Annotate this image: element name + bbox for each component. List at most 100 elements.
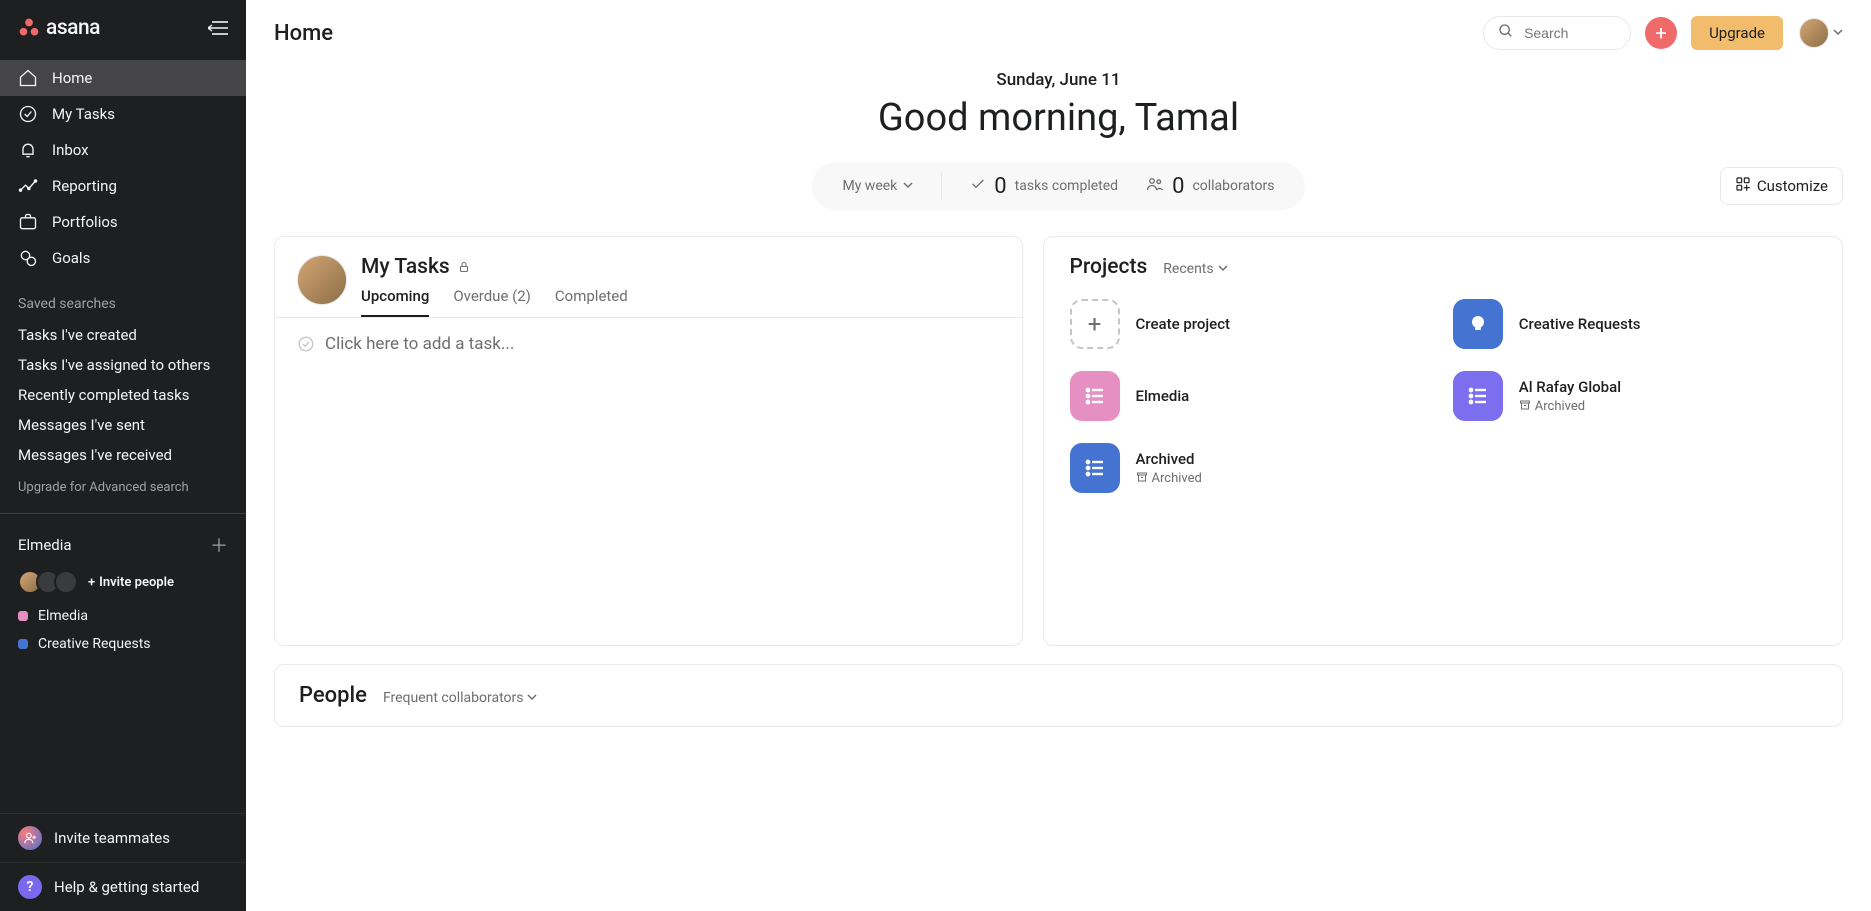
- people-title: People: [299, 683, 367, 708]
- member-avatar[interactable]: [54, 570, 78, 594]
- logo[interactable]: asana: [18, 16, 100, 40]
- help-button[interactable]: ? Help & getting started: [0, 862, 246, 911]
- nav-reporting[interactable]: Reporting: [0, 168, 246, 204]
- profile-menu[interactable]: [1799, 18, 1843, 48]
- archive-icon: [1519, 399, 1531, 415]
- add-task-input[interactable]: Click here to add a task...: [275, 318, 1022, 370]
- nav-label: Portfolios: [52, 213, 118, 231]
- stats-row: My week 0 tasks completed 0 collaborator…: [246, 162, 1871, 210]
- saved-search-item[interactable]: Messages I've sent: [0, 410, 246, 440]
- collaborators-label: collaborators: [1192, 178, 1274, 194]
- invite-teammates-icon: [18, 826, 42, 850]
- customize-icon: [1735, 176, 1751, 196]
- project-tile[interactable]: Creative Requests: [1453, 299, 1816, 349]
- people-filter-dropdown[interactable]: Frequent collaborators: [383, 690, 538, 706]
- invite-teammates-label: Invite teammates: [54, 829, 170, 847]
- lock-icon: [458, 261, 470, 277]
- check-icon: [970, 176, 986, 196]
- tab-overdue[interactable]: Overdue (2): [453, 287, 531, 317]
- saved-searches-label: Saved searches: [0, 276, 246, 320]
- nav-goals[interactable]: Goals: [0, 240, 246, 276]
- collaborators-count: 0: [1172, 174, 1184, 199]
- chevron-down-icon: [527, 690, 537, 706]
- chevron-down-icon: [903, 178, 913, 194]
- invite-teammates-button[interactable]: Invite teammates: [0, 813, 246, 862]
- logo-text: asana: [46, 16, 100, 40]
- tasks-completed-label: tasks completed: [1015, 178, 1118, 194]
- projects-filter-dropdown[interactable]: Recents: [1163, 261, 1227, 277]
- search-box[interactable]: [1483, 16, 1631, 50]
- invite-people-button[interactable]: + Invite people: [88, 575, 174, 590]
- team-members: + Invite people: [0, 566, 246, 602]
- team-project-item[interactable]: Elmedia: [0, 602, 246, 630]
- tab-completed[interactable]: Completed: [555, 287, 628, 317]
- nav-inbox[interactable]: Inbox: [0, 132, 246, 168]
- nav-my-tasks[interactable]: My Tasks: [0, 96, 246, 132]
- nav-portfolios[interactable]: Portfolios: [0, 204, 246, 240]
- hero-greeting: Good morning, Tamal: [246, 96, 1871, 140]
- project-name: Elmedia: [1136, 387, 1190, 405]
- topbar: Home + Upgrade: [246, 0, 1871, 58]
- project-archived-badge: Archived: [1136, 471, 1202, 487]
- projects-filter-label: Recents: [1163, 261, 1213, 277]
- team-project-item[interactable]: Creative Requests: [0, 630, 246, 658]
- user-avatar[interactable]: [297, 255, 347, 305]
- my-tasks-title[interactable]: My Tasks: [361, 255, 450, 279]
- nav-label: Reporting: [52, 177, 117, 195]
- search-input[interactable]: [1522, 24, 1616, 42]
- customize-label: Customize: [1757, 177, 1828, 195]
- sidebar-header: asana: [0, 0, 246, 60]
- project-tile[interactable]: Archived Archived: [1070, 443, 1433, 493]
- people-card: People Frequent collaborators: [274, 664, 1843, 727]
- upgrade-button[interactable]: Upgrade: [1691, 16, 1783, 50]
- projects-title: Projects: [1070, 255, 1148, 279]
- nav-label: Inbox: [52, 141, 89, 159]
- project-tile[interactable]: Elmedia: [1070, 371, 1433, 421]
- saved-search-item[interactable]: Messages I've received: [0, 440, 246, 470]
- chevron-down-icon: [1833, 25, 1843, 41]
- nav-home[interactable]: Home: [0, 60, 246, 96]
- create-project-tile[interactable]: + Create project: [1070, 299, 1433, 349]
- portfolio-icon: [18, 212, 38, 232]
- project-color-dot: [18, 639, 28, 649]
- nav-label: My Tasks: [52, 105, 115, 123]
- project-name: Al Rafay Global: [1519, 378, 1621, 396]
- collaborators-stat: 0 collaborators: [1146, 174, 1274, 199]
- project-archived-badge: Archived: [1519, 399, 1621, 415]
- sidebar: asana Home My Tasks Inbox: [0, 0, 246, 911]
- bell-icon: [18, 140, 38, 160]
- projects-grid: + Create project Creative Requests: [1070, 299, 1817, 493]
- divider: [941, 172, 942, 200]
- customize-button[interactable]: Customize: [1720, 167, 1843, 205]
- team-project-name: Elmedia: [38, 608, 88, 624]
- saved-search-item[interactable]: Recently completed tasks: [0, 380, 246, 410]
- plus-icon: +: [1070, 299, 1120, 349]
- my-tasks-tabs: Upcoming Overdue (2) Completed: [361, 287, 628, 317]
- stats-pill: My week 0 tasks completed 0 collaborator…: [812, 162, 1304, 210]
- team-name[interactable]: Elmedia: [18, 536, 72, 554]
- reporting-icon: [18, 176, 38, 196]
- hero-date: Sunday, June 11: [246, 70, 1871, 90]
- projects-card: Projects Recents + Create project: [1043, 236, 1844, 646]
- main-content: Home + Upgrade Sunday, June 11 Good m: [246, 0, 1871, 911]
- people-filter-label: Frequent collaborators: [383, 690, 524, 706]
- chevron-down-icon: [1218, 261, 1228, 277]
- cards-row: My Tasks Upcoming Overdue (2) Completed: [246, 210, 1871, 664]
- saved-search-item[interactable]: Tasks I've assigned to others: [0, 350, 246, 380]
- add-to-team-icon[interactable]: ＋: [210, 532, 228, 558]
- project-tile[interactable]: Al Rafay Global Archived: [1453, 371, 1816, 421]
- upgrade-advanced-search[interactable]: Upgrade for Advanced search: [0, 470, 246, 509]
- collapse-sidebar-icon[interactable]: [208, 20, 228, 36]
- home-icon: [18, 68, 38, 88]
- list-icon: [1453, 371, 1503, 421]
- plus-icon: +: [1655, 21, 1666, 45]
- saved-search-item[interactable]: Tasks I've created: [0, 320, 246, 350]
- tab-upcoming[interactable]: Upcoming: [361, 287, 429, 317]
- team-project-name: Creative Requests: [38, 636, 151, 652]
- myweek-dropdown[interactable]: My week: [842, 178, 913, 194]
- page-title: Home: [274, 21, 333, 46]
- project-name: Creative Requests: [1519, 315, 1641, 333]
- invite-people-label: Invite people: [99, 575, 174, 590]
- global-add-button[interactable]: +: [1645, 17, 1677, 49]
- people-icon: [1146, 175, 1164, 197]
